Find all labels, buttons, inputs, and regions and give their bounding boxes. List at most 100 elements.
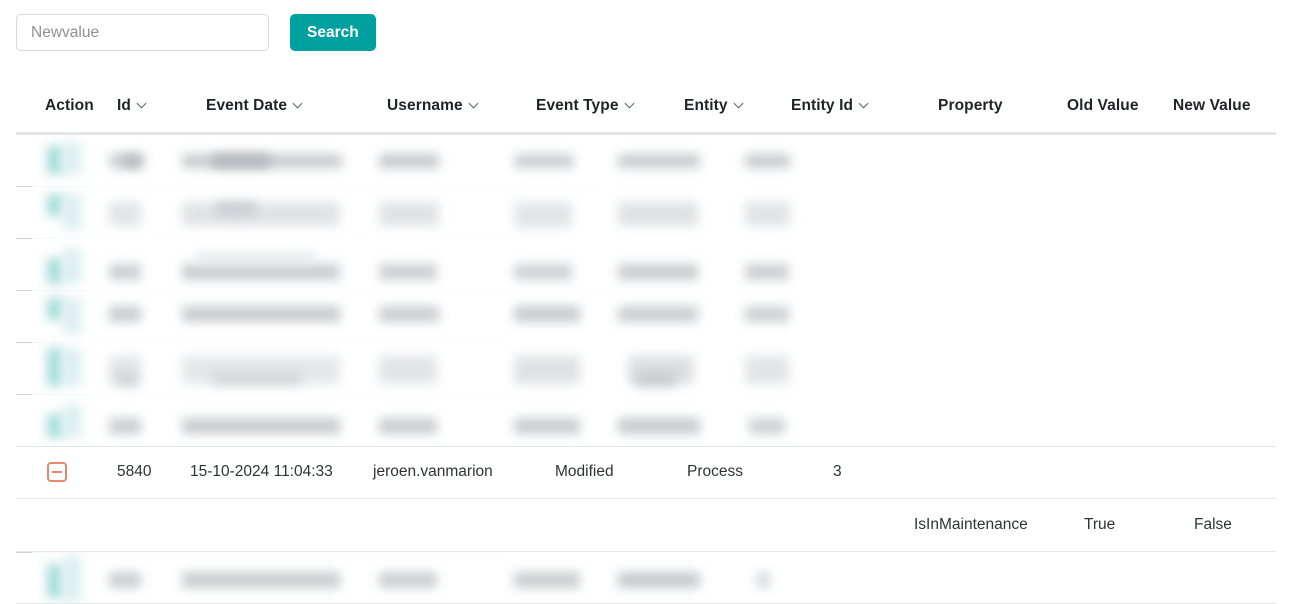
table-row[interactable] xyxy=(16,552,1276,604)
chevron-down-icon[interactable] xyxy=(294,100,303,109)
id-cell-redacted xyxy=(109,572,141,588)
entity-cell-redacted xyxy=(618,154,700,168)
collapse-row-icon[interactable] xyxy=(47,462,67,482)
row-divider xyxy=(16,342,1276,343)
audit-log-table: Action Id Event Date Username Event Type… xyxy=(16,97,1276,604)
id-cell-redacted xyxy=(109,418,141,434)
column-header-entity-id[interactable]: Entity Id xyxy=(791,97,869,115)
action-cell-redacted[interactable] xyxy=(47,414,63,438)
action-cell-redacted[interactable] xyxy=(47,298,63,320)
chevron-down-icon[interactable] xyxy=(860,100,869,109)
column-header-new-value-label: New Value xyxy=(1173,97,1251,114)
action-cell-redacted[interactable] xyxy=(47,348,63,386)
username-cell-redacted xyxy=(379,356,437,384)
event-type-cell-redacted xyxy=(514,572,580,588)
cell-event-date: 15-10-2024 11:04:33 xyxy=(190,463,333,480)
table-row[interactable] xyxy=(16,186,1276,238)
action-cell-redacted[interactable] xyxy=(47,194,63,216)
chevron-down-icon[interactable] xyxy=(138,100,147,109)
column-header-event-date[interactable]: Event Date xyxy=(206,97,303,115)
event-date-cell-redacted xyxy=(182,264,340,280)
action-cell-redacted[interactable] xyxy=(47,146,63,174)
id-cell-redacted xyxy=(109,306,141,322)
event-type-cell-redacted xyxy=(514,306,580,322)
action-cell-redacted[interactable] xyxy=(47,258,63,284)
event-type-cell-redacted xyxy=(514,264,572,280)
id-cell-redacted-2 xyxy=(116,372,138,386)
username-cell-redacted xyxy=(379,572,437,588)
table-body: 5840 15-10-2024 11:04:33 jeroen.vanmario… xyxy=(16,134,1276,604)
entity-id-cell-redacted xyxy=(756,572,770,588)
cell-username: jeroen.vanmarion xyxy=(373,463,493,480)
column-header-id[interactable]: Id xyxy=(117,97,147,115)
row-divider xyxy=(16,290,1276,291)
entity-cell-redacted xyxy=(618,202,698,226)
event-date-cell-redacted xyxy=(182,306,340,322)
table-row[interactable] xyxy=(16,238,1276,290)
entity-id-cell-redacted xyxy=(745,264,789,280)
cell-entity-id: 3 xyxy=(833,463,842,480)
action-cell-redacted[interactable] xyxy=(47,564,63,598)
row-divider xyxy=(16,134,1276,135)
action-cell-redacted-2 xyxy=(63,194,81,230)
action-cell-redacted-2 xyxy=(63,404,81,438)
column-header-entity-id-label: Entity Id xyxy=(791,97,854,114)
id-cell-redacted-2 xyxy=(122,154,144,168)
id-cell-redacted xyxy=(109,264,141,280)
detail-cell-old-value: True xyxy=(1084,516,1116,533)
column-header-entity[interactable]: Entity xyxy=(684,97,744,115)
event-type-cell-redacted xyxy=(514,356,580,384)
search-input[interactable] xyxy=(16,14,269,51)
chevron-down-icon[interactable] xyxy=(735,100,744,109)
event-date-cell-redacted xyxy=(182,418,340,434)
search-button[interactable]: Search xyxy=(290,14,376,51)
event-type-cell-redacted xyxy=(514,418,580,434)
cell-id: 5840 xyxy=(117,463,152,480)
action-cell-redacted-2 xyxy=(63,348,81,386)
column-header-entity-label: Entity xyxy=(684,97,728,114)
chevron-down-icon[interactable] xyxy=(470,100,479,109)
cell-entity: Process xyxy=(687,463,743,480)
event-date-cell-redacted-2 xyxy=(196,252,316,264)
table-row[interactable] xyxy=(16,342,1276,394)
row-divider xyxy=(16,552,1276,553)
event-date-cell-redacted-2 xyxy=(216,202,256,216)
table-row[interactable] xyxy=(16,290,1276,342)
username-cell-redacted xyxy=(379,154,439,168)
entity-cell-redacted xyxy=(618,572,700,588)
action-cell-redacted-2 xyxy=(63,298,81,334)
entity-id-cell-redacted xyxy=(745,202,790,226)
event-date-cell-redacted xyxy=(182,572,340,588)
event-type-cell-redacted xyxy=(514,202,572,228)
column-header-old-value-label: Old Value xyxy=(1067,97,1139,114)
entity-cell-redacted xyxy=(618,418,700,434)
search-bar: Search xyxy=(16,14,376,51)
table-row[interactable] xyxy=(16,134,1276,186)
column-header-id-label: Id xyxy=(117,97,131,114)
column-header-property: Property xyxy=(938,97,1003,115)
row-divider xyxy=(16,186,1276,187)
entity-id-cell-redacted xyxy=(749,418,785,434)
event-type-cell-redacted xyxy=(514,154,574,168)
entity-cell-redacted xyxy=(618,306,698,322)
column-header-event-date-label: Event Date xyxy=(206,97,288,114)
username-cell-redacted xyxy=(379,418,437,434)
action-cell-redacted-2 xyxy=(63,142,81,174)
column-header-action-label: Action xyxy=(45,97,94,114)
row-divider xyxy=(16,238,1276,239)
action-cell-redacted-2 xyxy=(63,248,81,284)
table-row[interactable] xyxy=(16,394,1276,446)
action-cell-redacted-2 xyxy=(63,556,81,602)
cell-event-type: Modified xyxy=(555,463,614,480)
chevron-down-icon[interactable] xyxy=(626,100,635,109)
username-cell-redacted xyxy=(379,264,437,280)
entity-cell-redacted-2 xyxy=(636,372,676,386)
column-header-username[interactable]: Username xyxy=(387,97,479,115)
table-row-expanded[interactable]: 5840 15-10-2024 11:04:33 jeroen.vanmario… xyxy=(16,446,1276,498)
column-header-event-type[interactable]: Event Type xyxy=(536,97,635,115)
column-header-new-value: New Value xyxy=(1173,97,1251,115)
entity-id-cell-redacted xyxy=(745,356,789,384)
id-cell-redacted xyxy=(109,202,141,226)
column-header-event-type-label: Event Type xyxy=(536,97,619,114)
entity-id-cell-redacted xyxy=(745,306,789,322)
